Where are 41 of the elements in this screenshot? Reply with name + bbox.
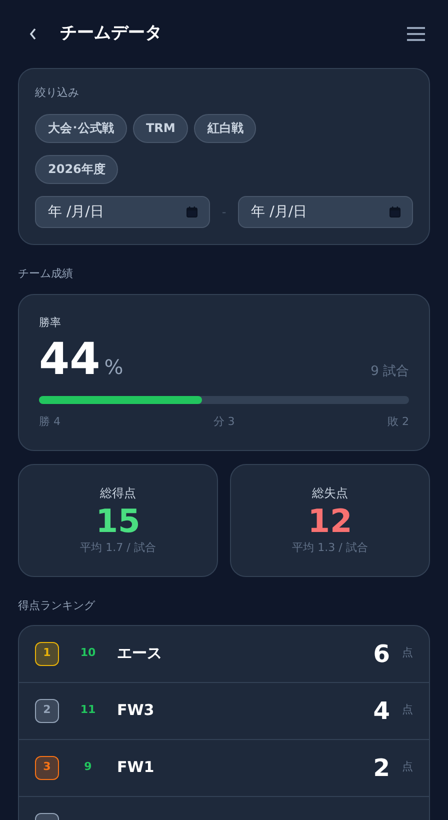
stat-value: 12 [308, 502, 352, 540]
player-name: エース [117, 643, 162, 664]
draws-count: 分 3 [213, 414, 235, 430]
filter-chip[interactable]: TRM [133, 114, 188, 142]
stat-label: 総得点 [100, 485, 136, 502]
percent-unit: % [104, 354, 124, 380]
win-rate-label: 勝率 [39, 315, 62, 331]
games-count: 9 試合 [370, 363, 409, 381]
player-number: 9 [83, 759, 93, 776]
section-title: チーム成績 [18, 266, 74, 282]
filter-chip[interactable]: 2026年度 [35, 154, 118, 184]
stat-label: 総失点 [312, 485, 348, 502]
goal-count: 6 [373, 638, 390, 670]
stat-average: 平均 1.3 / 試合 [292, 540, 368, 556]
rank-badge: 2 [35, 698, 59, 722]
stat-average: 平均 1.7 / 試合 [80, 540, 156, 556]
page-title: チームデータ [60, 22, 162, 46]
date-field[interactable]: 年 /月/日 [238, 196, 413, 228]
stat-value: 15 [96, 502, 140, 540]
win-rate-value: 44 [39, 336, 100, 384]
back-icon[interactable] [28, 27, 38, 41]
goal-count: 4 [373, 696, 390, 726]
goal-unit: 点 [402, 759, 413, 776]
player-name: FW3 [117, 700, 154, 722]
date-field[interactable]: 年 /月/日 [35, 196, 210, 228]
wins-count: 勝 4 [39, 414, 60, 430]
rank-badge: 3 [35, 756, 59, 780]
goal-unit: 点 [402, 702, 413, 718]
goal-count: 2 [373, 752, 390, 784]
filter-chip[interactable]: 大会･公式戦 [35, 114, 127, 142]
filter-title: 絞り込み [35, 85, 80, 101]
player-number: 11 [79, 702, 97, 718]
section-title: 得点ランキング [18, 598, 96, 614]
player-number: 10 [79, 645, 97, 662]
goal-unit: 点 [402, 645, 413, 662]
menu-icon[interactable] [406, 26, 426, 42]
losses-count: 敗 2 [388, 414, 409, 430]
rank-badge: 1 [35, 642, 59, 666]
date-separator: - [220, 204, 228, 220]
filter-chip[interactable]: 紅白戦 [194, 114, 256, 142]
player-name: FW1 [117, 757, 154, 778]
